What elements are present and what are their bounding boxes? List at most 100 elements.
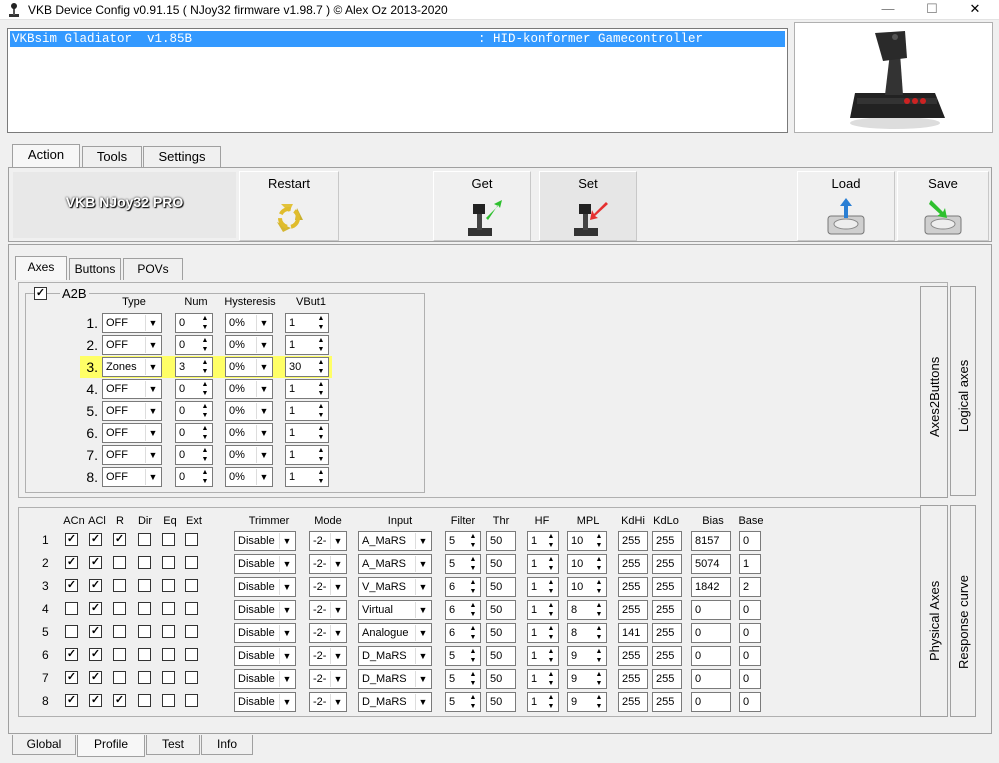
a2b-num-stepper[interactable]: 3 ▲ ▼ — [175, 357, 213, 377]
ext-checkbox[interactable] — [185, 602, 198, 615]
acl-checkbox[interactable] — [89, 648, 102, 661]
thr-field[interactable]: 50 — [486, 577, 516, 597]
tab-action[interactable]: Action — [12, 144, 80, 168]
base-field[interactable]: 1 — [739, 554, 761, 574]
a2b-vbut1-stepper[interactable]: 1 ▲ ▼ — [285, 379, 329, 399]
mode-select[interactable]: -2- ▼ — [309, 554, 347, 574]
filter-stepper[interactable]: 5 ▲ ▼ — [445, 531, 481, 551]
a2b-num-stepper[interactable]: 0 ▲ ▼ — [175, 401, 213, 421]
dir-checkbox[interactable] — [138, 671, 151, 684]
eq-checkbox[interactable] — [162, 533, 175, 546]
a2b-type-select[interactable]: OFF ▼ — [102, 423, 162, 443]
save-button[interactable]: Save — [897, 171, 989, 241]
a2b-type-select[interactable]: OFF ▼ — [102, 445, 162, 465]
bias-field[interactable]: 5074 — [691, 554, 731, 574]
tab-test[interactable]: Test — [146, 735, 200, 755]
mpl-stepper[interactable]: 10 ▲ ▼ — [567, 554, 607, 574]
thr-field[interactable]: 50 — [486, 554, 516, 574]
filter-stepper[interactable]: 5 ▲ ▼ — [445, 669, 481, 689]
device-list[interactable]: VKBsim Gladiator v1.85B : HID-konformer … — [7, 28, 788, 133]
thr-field[interactable]: 50 — [486, 646, 516, 666]
eq-checkbox[interactable] — [162, 625, 175, 638]
mode-select[interactable]: -2- ▼ — [309, 646, 347, 666]
hf-stepper[interactable]: 1 ▲ ▼ — [527, 692, 559, 712]
tab-axes2buttons[interactable]: Axes2Buttons — [920, 286, 948, 498]
bias-field[interactable]: 0 — [691, 646, 731, 666]
mpl-stepper[interactable]: 8 ▲ ▼ — [567, 623, 607, 643]
input-select[interactable]: V_MaRS ▼ — [358, 577, 432, 597]
thr-field[interactable]: 50 — [486, 531, 516, 551]
input-select[interactable]: D_MaRS ▼ — [358, 669, 432, 689]
acl-checkbox[interactable] — [89, 556, 102, 569]
mode-select[interactable]: -2- ▼ — [309, 577, 347, 597]
acn-checkbox[interactable] — [65, 671, 78, 684]
a2b-hysteresis-select[interactable]: 0% ▼ — [225, 423, 273, 443]
dir-checkbox[interactable] — [138, 694, 151, 707]
a2b-type-select[interactable]: OFF ▼ — [102, 467, 162, 487]
eq-checkbox[interactable] — [162, 579, 175, 592]
tab-buttons[interactable]: Buttons — [69, 258, 121, 280]
close-button[interactable]: ✕ — [953, 0, 997, 20]
filter-stepper[interactable]: 5 ▲ ▼ — [445, 692, 481, 712]
a2b-vbut1-stepper[interactable]: 1 ▲ ▼ — [285, 313, 329, 333]
trimmer-select[interactable]: Disable ▼ — [234, 554, 296, 574]
trimmer-select[interactable]: Disable ▼ — [234, 646, 296, 666]
a2b-type-select[interactable]: OFF ▼ — [102, 313, 162, 333]
a2b-num-stepper[interactable]: 0 ▲ ▼ — [175, 313, 213, 333]
restart-button[interactable]: Restart — [239, 171, 339, 241]
base-field[interactable]: 0 — [739, 669, 761, 689]
kdhi-field[interactable]: 255 — [618, 531, 648, 551]
bias-field[interactable]: 1842 — [691, 577, 731, 597]
thr-field[interactable]: 50 — [486, 623, 516, 643]
mpl-stepper[interactable]: 9 ▲ ▼ — [567, 646, 607, 666]
kdlo-field[interactable]: 255 — [652, 646, 682, 666]
get-button[interactable]: Get — [433, 171, 531, 241]
thr-field[interactable]: 50 — [486, 600, 516, 620]
acl-checkbox[interactable] — [89, 694, 102, 707]
filter-stepper[interactable]: 6 ▲ ▼ — [445, 600, 481, 620]
input-select[interactable]: Analogue ▼ — [358, 623, 432, 643]
tab-profile[interactable]: Profile — [77, 735, 145, 757]
kdlo-field[interactable]: 255 — [652, 623, 682, 643]
a2b-enable-checkbox[interactable] — [34, 287, 47, 300]
acl-checkbox[interactable] — [89, 533, 102, 546]
kdlo-field[interactable]: 255 — [652, 600, 682, 620]
input-select[interactable]: D_MaRS ▼ — [358, 692, 432, 712]
bias-field[interactable]: 8157 — [691, 531, 731, 551]
a2b-hysteresis-select[interactable]: 0% ▼ — [225, 379, 273, 399]
a2b-num-stepper[interactable]: 0 ▲ ▼ — [175, 467, 213, 487]
ext-checkbox[interactable] — [185, 625, 198, 638]
kdhi-field[interactable]: 255 — [618, 692, 648, 712]
a2b-hysteresis-select[interactable]: 0% ▼ — [225, 313, 273, 333]
kdhi-field[interactable]: 141 — [618, 623, 648, 643]
ext-checkbox[interactable] — [185, 671, 198, 684]
hf-stepper[interactable]: 1 ▲ ▼ — [527, 669, 559, 689]
load-button[interactable]: Load — [797, 171, 895, 241]
tab-axes[interactable]: Axes — [15, 256, 67, 280]
mpl-stepper[interactable]: 8 ▲ ▼ — [567, 600, 607, 620]
trimmer-select[interactable]: Disable ▼ — [234, 577, 296, 597]
acn-checkbox[interactable] — [65, 694, 78, 707]
eq-checkbox[interactable] — [162, 602, 175, 615]
trimmer-select[interactable]: Disable ▼ — [234, 623, 296, 643]
eq-checkbox[interactable] — [162, 694, 175, 707]
a2b-num-stepper[interactable]: 0 ▲ ▼ — [175, 335, 213, 355]
mode-select[interactable]: -2- ▼ — [309, 531, 347, 551]
minimize-button[interactable]: — — [866, 0, 910, 20]
a2b-type-select[interactable]: Zones ▼ — [102, 357, 162, 377]
acn-checkbox[interactable] — [65, 625, 78, 638]
a2b-hysteresis-select[interactable]: 0% ▼ — [225, 445, 273, 465]
tab-povs[interactable]: POVs — [123, 258, 183, 280]
device-list-item[interactable]: VKBsim Gladiator v1.85B : HID-konformer … — [10, 31, 785, 47]
eq-checkbox[interactable] — [162, 671, 175, 684]
acl-checkbox[interactable] — [89, 602, 102, 615]
trimmer-select[interactable]: Disable ▼ — [234, 669, 296, 689]
mode-select[interactable]: -2- ▼ — [309, 600, 347, 620]
r-checkbox[interactable] — [113, 694, 126, 707]
base-field[interactable]: 0 — [739, 531, 761, 551]
ext-checkbox[interactable] — [185, 579, 198, 592]
base-field[interactable]: 0 — [739, 600, 761, 620]
kdhi-field[interactable]: 255 — [618, 669, 648, 689]
dir-checkbox[interactable] — [138, 648, 151, 661]
a2b-vbut1-stepper[interactable]: 1 ▲ ▼ — [285, 467, 329, 487]
